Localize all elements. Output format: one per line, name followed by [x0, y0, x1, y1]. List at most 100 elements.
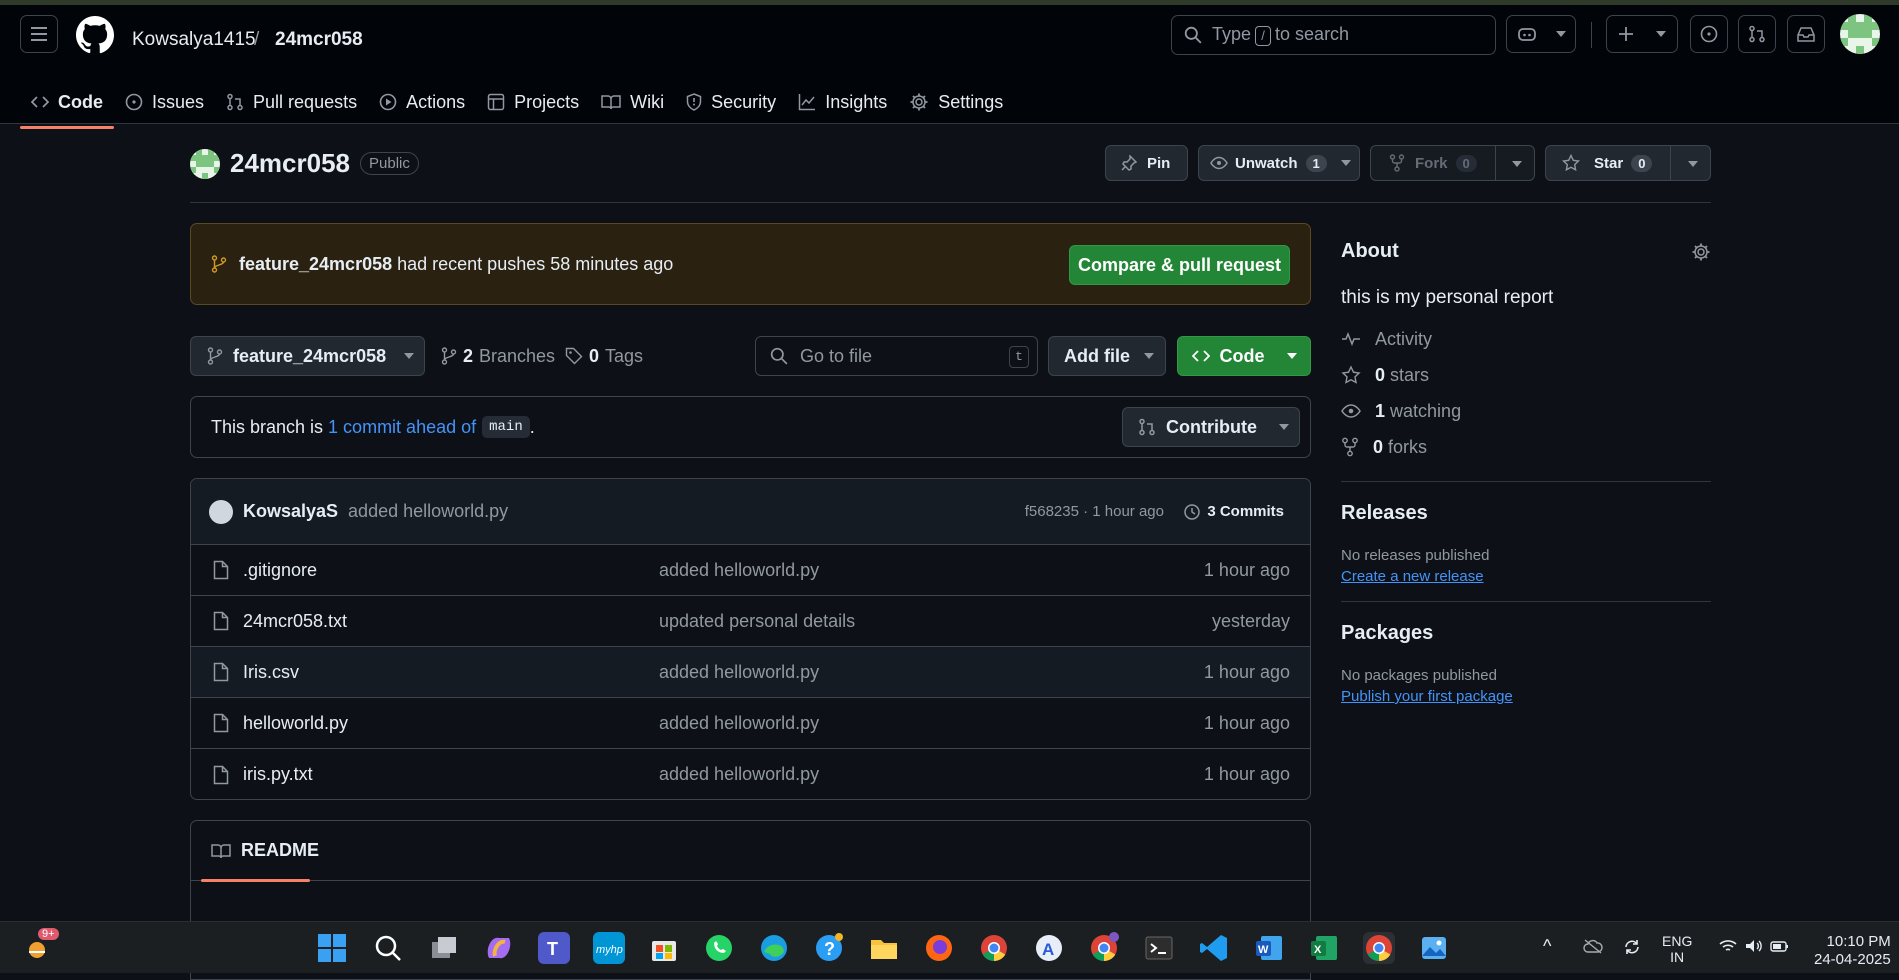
teams-icon[interactable]: T — [538, 932, 570, 964]
create-new-button[interactable] — [1606, 15, 1678, 53]
pull-requests-button[interactable] — [1738, 15, 1776, 53]
photos-icon[interactable] — [1418, 932, 1450, 964]
task-view-icon[interactable] — [428, 932, 460, 964]
ahead-prefix: This branch is — [211, 416, 324, 437]
branches-link[interactable]: 2 Branches — [441, 336, 555, 376]
sidebar-divider — [1341, 481, 1711, 482]
file-name[interactable]: .gitignore — [243, 560, 317, 581]
tags-link[interactable]: 0 Tags — [565, 336, 643, 376]
commit-hash-time[interactable]: f568235 · 1 hour ago — [1025, 503, 1164, 520]
file-name[interactable]: Iris.csv — [243, 662, 299, 683]
file-commit-message[interactable]: updated personal details — [659, 611, 855, 632]
issues-button[interactable] — [1690, 15, 1728, 53]
tab-pull-requests[interactable]: Pull requests — [215, 79, 368, 125]
language-indicator[interactable]: ENG IN — [1662, 933, 1692, 965]
activity-link[interactable]: Activity — [1341, 321, 1711, 357]
chrome-active-icon[interactable] — [1363, 932, 1395, 964]
file-commit-message[interactable]: added helloworld.py — [659, 713, 819, 734]
commit-message[interactable]: added helloworld.py — [348, 501, 508, 522]
branch-icon — [207, 347, 223, 365]
packages-title[interactable]: Packages — [1341, 622, 1711, 645]
add-file-button[interactable]: Add file — [1048, 336, 1166, 376]
menu-button[interactable] — [20, 15, 58, 53]
wifi-icon[interactable] — [1718, 938, 1738, 954]
releases-title[interactable]: Releases — [1341, 502, 1711, 525]
file-name[interactable]: iris.py.txt — [243, 764, 313, 785]
myhp-icon[interactable]: myhp — [593, 932, 625, 964]
help-icon[interactable]: ? — [813, 932, 845, 964]
clock[interactable]: 10:10 PM 24-04-2025 — [1814, 933, 1891, 969]
watching-link[interactable]: 1 watching — [1341, 393, 1711, 429]
forks-link[interactable]: 0 forks — [1341, 429, 1711, 465]
tab-settings[interactable]: Settings — [898, 79, 1014, 125]
store-icon[interactable] — [648, 932, 680, 964]
file-name[interactable]: 24mcr058.txt — [243, 611, 347, 632]
vscode-icon[interactable] — [1198, 932, 1230, 964]
contribute-button[interactable]: Contribute — [1122, 407, 1300, 447]
repo-name[interactable]: 24mcr058 — [230, 148, 350, 179]
chrome-profile-icon[interactable] — [1088, 932, 1120, 964]
file-explorer-icon[interactable] — [868, 932, 900, 964]
sidebar-divider — [1341, 601, 1711, 602]
compare-pull-request-button[interactable]: Compare & pull request — [1069, 245, 1290, 285]
code-button[interactable]: Code — [1177, 336, 1311, 376]
owner-link[interactable]: Kowsalya1415 — [132, 29, 256, 51]
whatsapp-icon[interactable] — [703, 932, 735, 964]
firefox-icon[interactable] — [923, 932, 955, 964]
file-row[interactable]: helloworld.py added helloworld.py 1 hour… — [191, 698, 1310, 749]
cloud-offline-icon[interactable] — [1583, 938, 1603, 954]
unwatch-button[interactable]: Unwatch 1 — [1198, 145, 1360, 181]
copilot-icon[interactable] — [483, 932, 515, 964]
go-to-file-input[interactable]: Go to file t — [755, 336, 1038, 376]
weather-widget-icon[interactable]: 9+ — [24, 928, 59, 962]
terminal-icon[interactable] — [1143, 932, 1175, 964]
file-commit-message[interactable]: added helloworld.py — [659, 560, 819, 581]
repo-link[interactable]: 24mcr058 — [275, 29, 363, 51]
tab-actions[interactable]: Actions — [368, 79, 476, 125]
publish-package-link[interactable]: Publish your first package — [1341, 688, 1711, 705]
file-row[interactable]: 24mcr058.txt updated personal details ye… — [191, 596, 1310, 647]
edge-icon[interactable] — [758, 932, 790, 964]
tab-wiki[interactable]: Wiki — [590, 79, 675, 125]
volume-icon[interactable] — [1744, 938, 1764, 954]
star-button[interactable]: Star 0 — [1545, 145, 1711, 181]
file-row[interactable]: .gitignore added helloworld.py 1 hour ag… — [191, 545, 1310, 596]
start-icon[interactable] — [316, 932, 348, 964]
word-icon[interactable]: W — [1253, 932, 1285, 964]
commits-link[interactable]: 3 Commits — [1183, 503, 1284, 521]
file-commit-message[interactable]: added helloworld.py — [659, 764, 819, 785]
battery-icon[interactable] — [1770, 938, 1790, 954]
chrome-icon[interactable] — [978, 932, 1010, 964]
stars-link[interactable]: 0 stars — [1341, 357, 1711, 393]
gear-icon[interactable] — [1691, 242, 1711, 262]
chevron-down-icon[interactable] — [1512, 161, 1522, 167]
tab-insights[interactable]: Insights — [787, 79, 898, 125]
file-row[interactable]: Iris.csv added helloworld.py 1 hour ago — [191, 647, 1310, 698]
inbox-button[interactable] — [1787, 15, 1825, 53]
commit-author[interactable]: KowsalyaS — [243, 501, 338, 522]
tab-security[interactable]: Security — [675, 79, 787, 125]
branch-selector[interactable]: feature_24mcr058 — [190, 336, 425, 376]
github-logo-icon[interactable] — [76, 16, 114, 54]
fork-button[interactable]: Fork 0 — [1370, 145, 1535, 181]
file-commit-message[interactable]: added helloworld.py — [659, 662, 819, 683]
tab-projects[interactable]: Projects — [476, 79, 590, 125]
pin-button[interactable]: Pin — [1105, 145, 1188, 181]
user-avatar[interactable] — [1840, 14, 1880, 54]
commit-ahead-link[interactable]: 1 commit ahead of — [328, 417, 476, 438]
search-input[interactable]: Type / to search — [1171, 15, 1496, 55]
excel-icon[interactable]: X — [1308, 932, 1340, 964]
commit-author-avatar[interactable] — [209, 499, 233, 524]
copilot-button[interactable] — [1506, 15, 1576, 53]
sync-icon[interactable] — [1622, 937, 1642, 957]
chevron-down-icon[interactable] — [1688, 161, 1698, 167]
file-name[interactable]: helloworld.py — [243, 713, 348, 734]
search-icon[interactable] — [372, 932, 404, 964]
tab-code[interactable]: Code — [20, 79, 114, 129]
readme-tab[interactable]: README — [191, 821, 1310, 882]
file-row[interactable]: iris.py.txt added helloworld.py 1 hour a… — [191, 749, 1310, 799]
tray-overflow-icon[interactable]: ^ — [1543, 936, 1551, 957]
tab-issues[interactable]: Issues — [114, 79, 215, 125]
create-release-link[interactable]: Create a new release — [1341, 568, 1711, 585]
app-a-icon[interactable]: A — [1033, 932, 1065, 964]
